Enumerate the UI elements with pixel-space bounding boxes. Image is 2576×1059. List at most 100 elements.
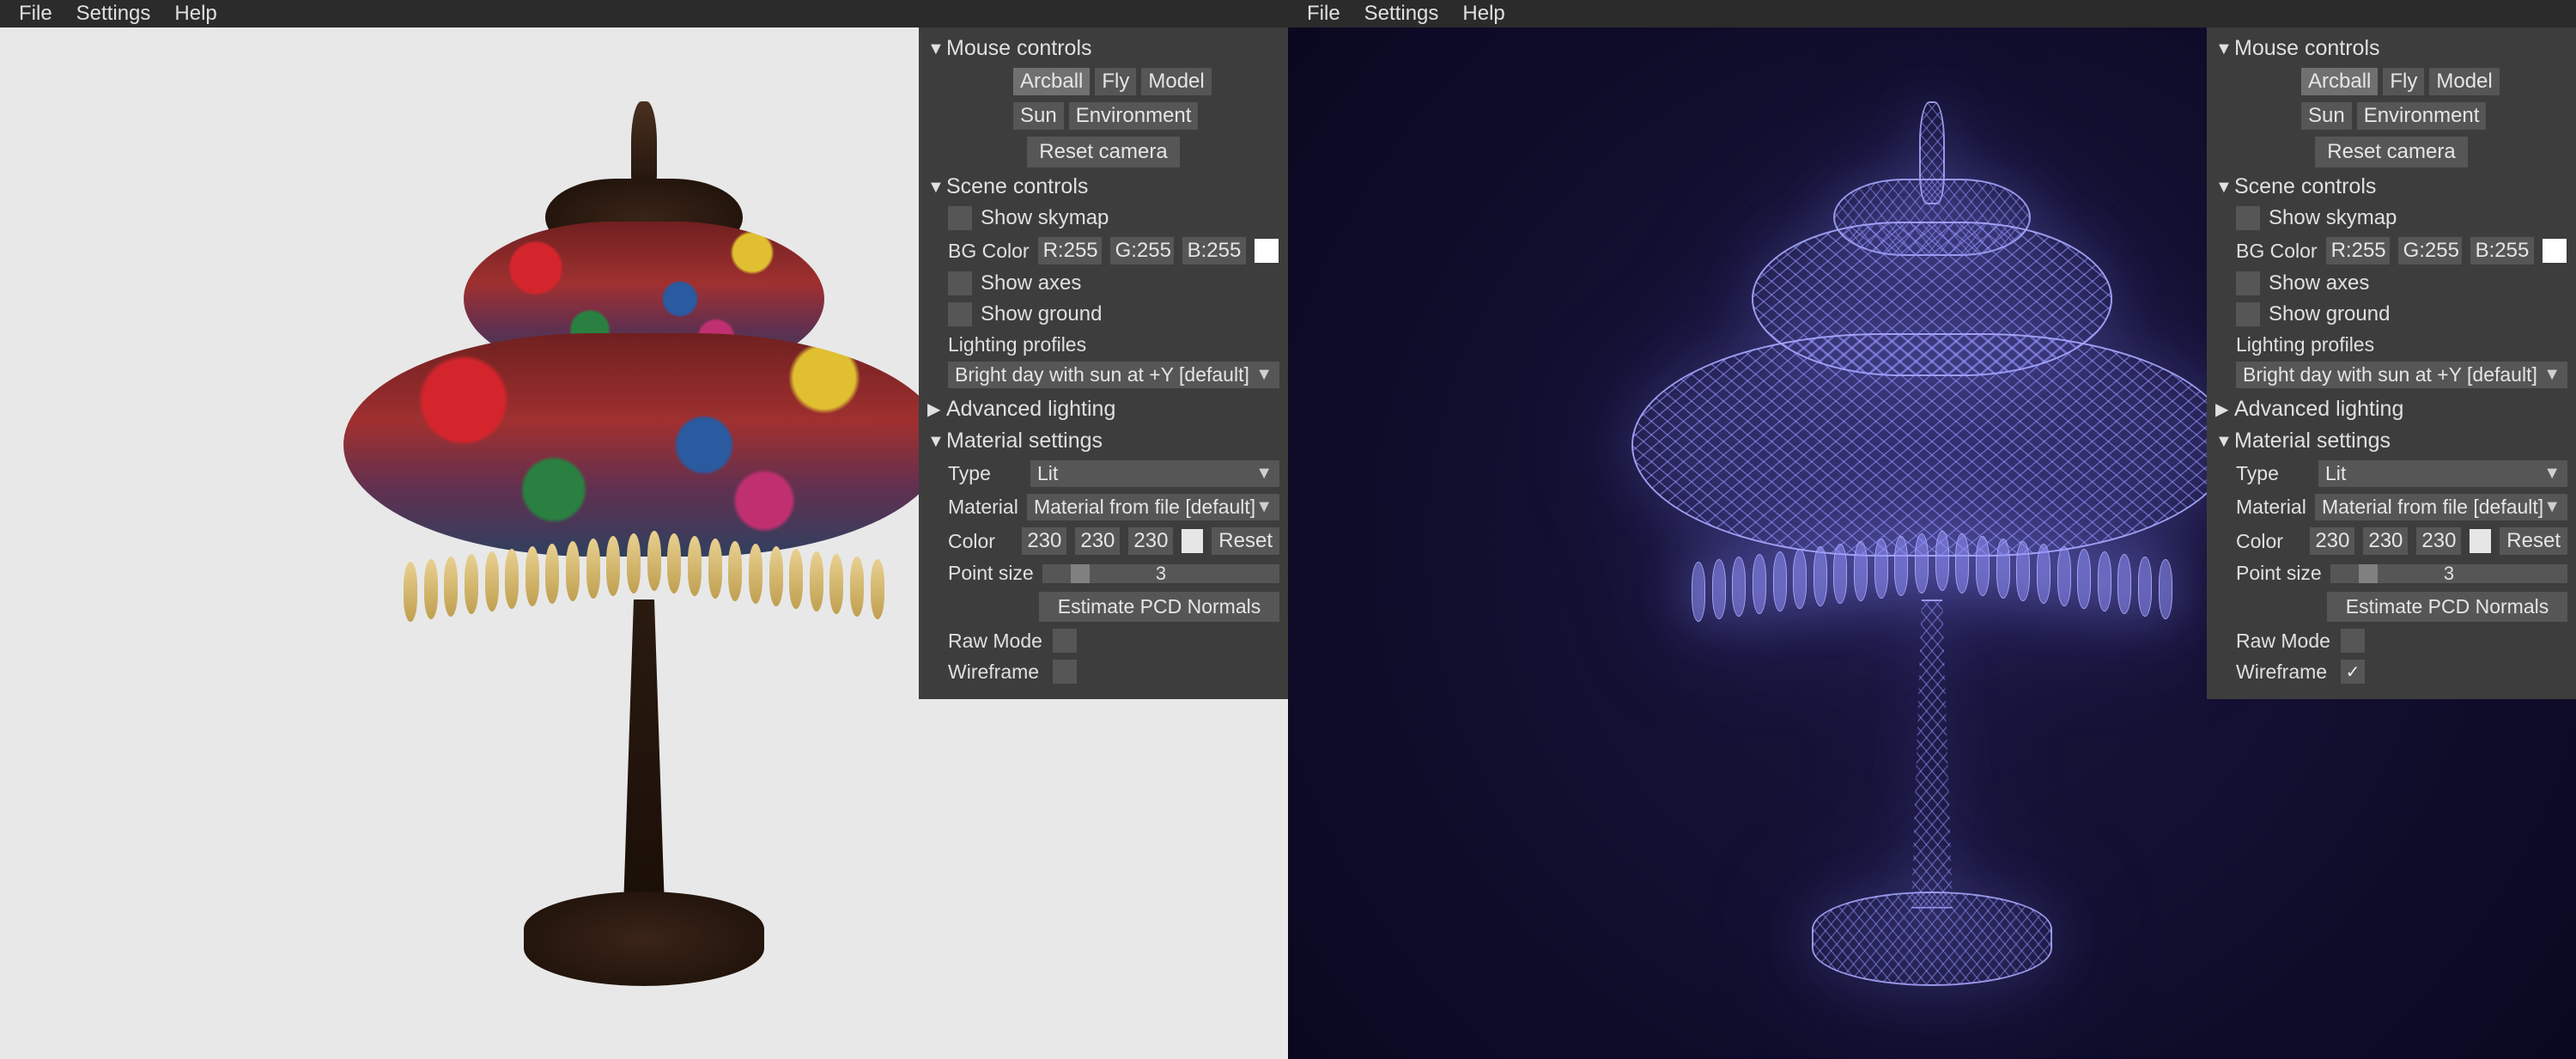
color-g-input[interactable]: 230 — [2363, 527, 2408, 555]
section-scene-controls[interactable]: ▼Scene controls — [927, 171, 1279, 203]
checkbox[interactable] — [2236, 271, 2260, 295]
material-color-swatch[interactable] — [1182, 529, 1203, 553]
chevron-down-icon: ▼ — [927, 40, 941, 58]
show-skymap-label: Show skymap — [2269, 206, 2397, 230]
bg-b-input[interactable]: B:255 — [1182, 237, 1246, 265]
show-axes-label: Show axes — [2269, 271, 2369, 295]
lighting-profiles-label: Lighting profiles — [2215, 330, 2567, 360]
bg-r-input[interactable]: R:255 — [1038, 237, 1102, 265]
chevron-down-icon: ▼ — [2543, 464, 2561, 484]
show-axes-row: Show axes — [927, 268, 1279, 299]
menu-settings[interactable]: Settings — [1352, 0, 1451, 29]
point-size-value: 3 — [1156, 563, 1166, 585]
show-ground-row: Show ground — [927, 299, 1279, 330]
estimate-normals-button[interactable]: Estimate PCD Normals — [1039, 592, 1279, 622]
bg-g-input[interactable]: G:255 — [1110, 237, 1174, 265]
bg-r-input[interactable]: R:255 — [2326, 237, 2390, 265]
checkbox[interactable] — [948, 206, 972, 230]
checkbox[interactable] — [948, 302, 972, 326]
point-size-label: Point size — [2236, 562, 2322, 585]
checkbox[interactable] — [2236, 302, 2260, 326]
wireframe-label: Wireframe — [948, 660, 1044, 684]
section-material-settings[interactable]: ▼Material settings — [927, 425, 1279, 457]
material-dropdown[interactable]: Material from file [default]▼ — [1027, 494, 1279, 520]
bg-color-swatch[interactable] — [1255, 239, 1279, 263]
reset-camera-button[interactable]: Reset camera — [2315, 137, 2467, 167]
lighting-profile-dropdown[interactable]: Bright day with sun at +Y [default]▼ — [948, 362, 1279, 388]
section-mouse-controls[interactable]: ▼Mouse controls — [927, 33, 1279, 64]
bg-b-input[interactable]: B:255 — [2470, 237, 2534, 265]
raw-mode-label: Raw Mode — [2236, 630, 2332, 653]
reset-color-button[interactable]: Reset — [2500, 527, 2567, 555]
point-size-slider[interactable]: 3 — [2330, 564, 2567, 583]
show-axes-label: Show axes — [981, 271, 1081, 295]
type-dropdown[interactable]: Lit▼ — [2318, 460, 2567, 487]
mouse-mode-fly[interactable]: Fly — [2383, 68, 2424, 95]
mouse-mode-fly[interactable]: Fly — [1095, 68, 1136, 95]
checkbox[interactable] — [2341, 629, 2365, 653]
mouse-mode-sun[interactable]: Sun — [2301, 102, 2352, 130]
checkbox[interactable]: ✓ — [2341, 660, 2365, 684]
chevron-down-icon: ▼ — [2215, 40, 2229, 58]
show-ground-label: Show ground — [2269, 302, 2390, 326]
menu-help[interactable]: Help — [162, 0, 228, 29]
bg-g-input[interactable]: G:255 — [2398, 237, 2462, 265]
menu-settings[interactable]: Settings — [64, 0, 163, 29]
reset-color-button[interactable]: Reset — [1212, 527, 1279, 555]
show-skymap-row: Show skymap — [927, 203, 1279, 234]
chevron-down-icon: ▼ — [2543, 497, 2561, 517]
checkbox[interactable] — [948, 271, 972, 295]
mouse-mode-sun[interactable]: Sun — [1013, 102, 1064, 130]
color-b-input[interactable]: 230 — [1128, 527, 1173, 555]
reset-camera-button[interactable]: Reset camera — [1027, 137, 1179, 167]
menu-file[interactable]: File — [1295, 0, 1352, 29]
color-r-input[interactable]: 230 — [2310, 527, 2354, 555]
color-b-input[interactable]: 230 — [2416, 527, 2461, 555]
material-label: Material — [2236, 496, 2306, 519]
show-skymap-label: Show skymap — [981, 206, 1109, 230]
menu-file[interactable]: File — [7, 0, 64, 29]
color-g-input[interactable]: 230 — [1075, 527, 1120, 555]
chevron-down-icon: ▼ — [1255, 497, 1273, 517]
section-mouse-controls[interactable]: ▼Mouse controls — [2215, 33, 2567, 64]
section-advanced-lighting[interactable]: ▶Advanced lighting — [927, 393, 1279, 425]
material-label: Material — [948, 496, 1018, 519]
model-lamp-wireframe — [1631, 101, 2233, 986]
color-r-input[interactable]: 230 — [1022, 527, 1066, 555]
section-advanced-lighting[interactable]: ▶Advanced lighting — [2215, 393, 2567, 425]
checkbox[interactable] — [2236, 206, 2260, 230]
section-material-settings[interactable]: ▼Material settings — [2215, 425, 2567, 457]
bg-color-label: BG Color — [948, 240, 1030, 263]
material-color-swatch[interactable] — [2470, 529, 2491, 553]
chevron-down-icon: ▼ — [2543, 365, 2561, 385]
chevron-down-icon: ▼ — [927, 179, 941, 196]
chevron-down-icon: ▼ — [2215, 179, 2229, 196]
bg-color-label: BG Color — [2236, 240, 2318, 263]
mouse-mode-arcball[interactable]: Arcball — [1013, 68, 1090, 95]
menu-help[interactable]: Help — [1450, 0, 1516, 29]
bg-color-swatch[interactable] — [2543, 239, 2567, 263]
mouse-mode-model[interactable]: Model — [1141, 68, 1211, 95]
menubar: File Settings Help — [0, 0, 1288, 27]
bg-color-row: BG Color R:255 G:255 B:255 — [2215, 234, 2567, 268]
section-scene-controls[interactable]: ▼Scene controls — [2215, 171, 2567, 203]
point-size-slider[interactable]: 3 — [1042, 564, 1279, 583]
type-dropdown[interactable]: Lit▼ — [1030, 460, 1279, 487]
mouse-mode-model[interactable]: Model — [2429, 68, 2499, 95]
point-size-label: Point size — [948, 562, 1034, 585]
lighting-profile-dropdown[interactable]: Bright day with sun at +Y [default]▼ — [2236, 362, 2567, 388]
point-size-value: 3 — [2444, 563, 2454, 585]
show-ground-row: Show ground — [2215, 299, 2567, 330]
mouse-mode-environment[interactable]: Environment — [1069, 102, 1199, 130]
estimate-normals-button[interactable]: Estimate PCD Normals — [2327, 592, 2567, 622]
checkbox[interactable] — [1053, 660, 1077, 684]
mouse-mode-environment[interactable]: Environment — [2357, 102, 2487, 130]
checkbox[interactable] — [1053, 629, 1077, 653]
chevron-down-icon: ▼ — [1255, 365, 1273, 385]
mouse-mode-arcball[interactable]: Arcball — [2301, 68, 2378, 95]
material-dropdown[interactable]: Material from file [default]▼ — [2315, 494, 2567, 520]
wireframe-label: Wireframe — [2236, 660, 2332, 684]
type-label: Type — [2236, 462, 2310, 485]
pane-right: File Settings Help ▼Mouse controls Arcbal… — [1288, 0, 2576, 1059]
chevron-down-icon: ▼ — [927, 433, 941, 450]
